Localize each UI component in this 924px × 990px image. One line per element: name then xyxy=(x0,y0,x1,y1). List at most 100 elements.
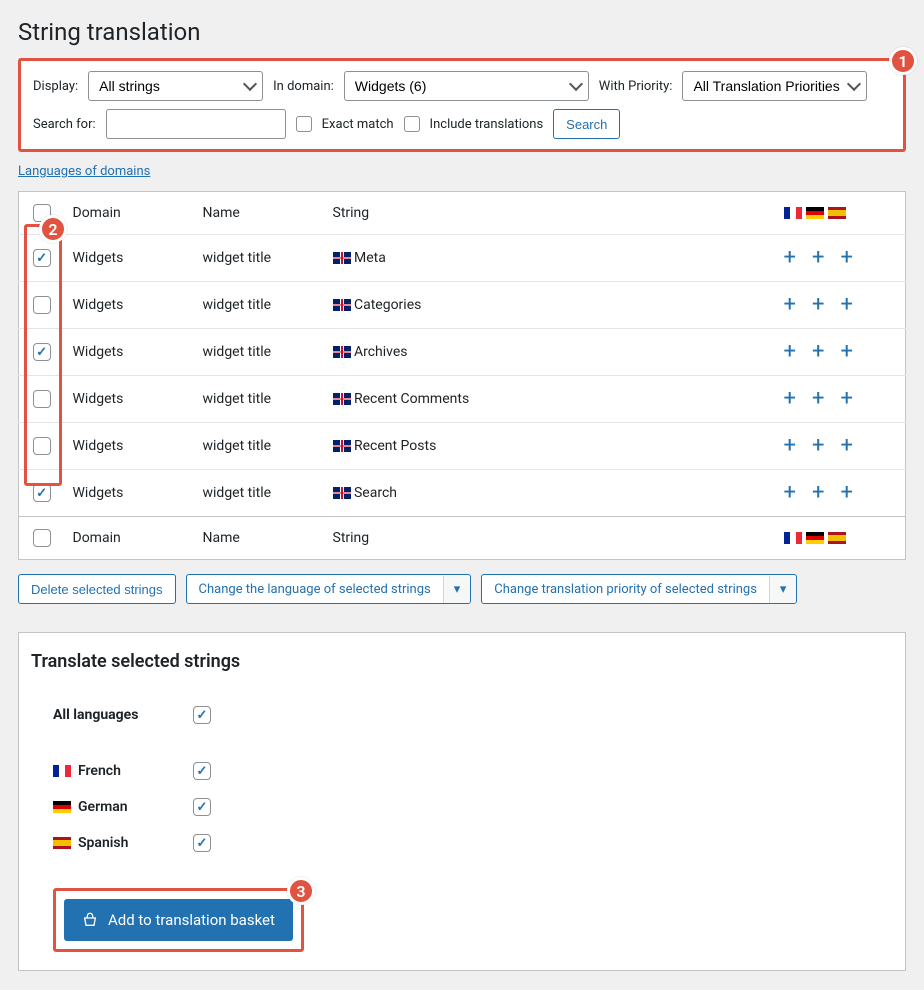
col-domain[interactable]: Domain xyxy=(65,192,195,235)
language-row: French xyxy=(53,762,871,780)
chevron-down-icon: ▾ xyxy=(443,576,471,603)
plus-icon[interactable]: + xyxy=(812,247,824,269)
annotation-2-outline xyxy=(24,224,62,486)
language-checkbox[interactable] xyxy=(193,834,211,852)
plus-icon[interactable]: + xyxy=(784,482,796,504)
select-all-bottom-checkbox[interactable] xyxy=(33,529,51,547)
flag-es-icon xyxy=(828,532,846,544)
cell-name: widget title xyxy=(195,235,325,282)
col-domain-foot[interactable]: Domain xyxy=(65,517,195,560)
all-languages-label: All languages xyxy=(53,707,183,723)
add-translation-icons: + + + xyxy=(784,341,898,363)
add-to-basket-button[interactable]: Add to translation basket xyxy=(64,899,293,941)
cell-string: Meta xyxy=(325,235,776,282)
table-row: Widgetswidget title Categories+++ xyxy=(19,282,906,329)
plus-icon[interactable]: + xyxy=(784,435,796,457)
plus-icon[interactable]: + xyxy=(784,388,796,410)
flag-gb-icon xyxy=(333,487,351,499)
change-priority-button[interactable]: Change translation priority of selected … xyxy=(481,574,797,604)
annotation-2: 2 xyxy=(39,215,67,243)
all-languages-checkbox[interactable] xyxy=(193,706,211,724)
flag-es-icon xyxy=(53,837,71,849)
chevron-down-icon: ▾ xyxy=(769,576,797,603)
plus-icon[interactable]: + xyxy=(812,294,824,316)
flag-gb-icon xyxy=(333,346,351,358)
cell-domain: Widgets xyxy=(65,376,195,423)
cell-string: Recent Comments xyxy=(325,376,776,423)
plus-icon[interactable]: + xyxy=(812,388,824,410)
translate-panel-title: Translate selected strings xyxy=(31,651,893,672)
priority-select[interactable]: All Translation Priorities xyxy=(682,71,867,101)
strings-table: Domain Name String Widgetswidget title M… xyxy=(18,191,906,560)
footer-flags xyxy=(784,532,898,544)
flag-gb-icon xyxy=(333,252,351,264)
language-label: German xyxy=(53,799,183,815)
plus-icon[interactable]: + xyxy=(840,388,852,410)
page-title: String translation xyxy=(18,18,906,46)
language-label: Spanish xyxy=(53,835,183,851)
cell-domain: Widgets xyxy=(65,470,195,517)
plus-icon[interactable]: + xyxy=(840,247,852,269)
plus-icon[interactable]: + xyxy=(784,247,796,269)
flag-de-icon xyxy=(806,207,824,219)
change-language-button[interactable]: Change the language of selected strings▾ xyxy=(186,574,472,604)
plus-icon[interactable]: + xyxy=(840,435,852,457)
flag-de-icon xyxy=(53,801,71,813)
plus-icon[interactable]: + xyxy=(840,341,852,363)
language-label: French xyxy=(53,763,183,779)
table-row: Widgetswidget title Meta+++ xyxy=(19,235,906,282)
flag-es-icon xyxy=(828,207,846,219)
flag-gb-icon xyxy=(333,393,351,405)
add-translation-icons: + + + xyxy=(784,388,898,410)
plus-icon[interactable]: + xyxy=(812,482,824,504)
include-translations-label: Include translations xyxy=(430,117,544,132)
language-checkbox[interactable] xyxy=(193,762,211,780)
annotation-1: 1 xyxy=(889,47,917,75)
priority-label: With Priority: xyxy=(599,79,673,94)
cell-name: widget title xyxy=(195,470,325,517)
translate-panel: Translate selected strings All languages… xyxy=(18,632,906,971)
search-label: Search for: xyxy=(33,117,96,132)
cell-string: Recent Posts xyxy=(325,423,776,470)
plus-icon[interactable]: + xyxy=(840,294,852,316)
col-name[interactable]: Name xyxy=(195,192,325,235)
language-row: Spanish xyxy=(53,834,871,852)
table-row: Widgetswidget title Search+++ xyxy=(19,470,906,517)
language-checkbox[interactable] xyxy=(193,798,211,816)
flag-fr-icon xyxy=(784,532,802,544)
col-string[interactable]: String xyxy=(325,192,776,235)
plus-icon[interactable]: + xyxy=(784,294,796,316)
plus-icon[interactable]: + xyxy=(784,341,796,363)
delete-selected-button[interactable]: Delete selected strings xyxy=(18,574,176,604)
exact-match-label: Exact match xyxy=(322,117,394,132)
flag-gb-icon xyxy=(333,299,351,311)
plus-icon[interactable]: + xyxy=(812,435,824,457)
table-row: Widgetswidget title Recent Comments+++ xyxy=(19,376,906,423)
display-label: Display: xyxy=(33,79,78,94)
filter-panel: 1 Display: All strings In domain: Widget… xyxy=(18,58,906,152)
row-checkbox[interactable] xyxy=(33,484,51,502)
include-translations-checkbox[interactable] xyxy=(404,116,420,132)
search-button[interactable]: Search xyxy=(553,109,620,139)
basket-icon xyxy=(82,912,98,928)
language-row: German xyxy=(53,798,871,816)
add-translation-icons: + + + xyxy=(784,294,898,316)
col-string-foot[interactable]: String xyxy=(325,517,776,560)
flag-fr-icon xyxy=(784,207,802,219)
plus-icon[interactable]: + xyxy=(840,482,852,504)
header-flags xyxy=(784,207,898,219)
exact-match-checkbox[interactable] xyxy=(296,116,312,132)
cell-domain: Widgets xyxy=(65,423,195,470)
search-input[interactable] xyxy=(106,109,286,139)
languages-of-domains-link[interactable]: Languages of domains xyxy=(18,164,150,179)
plus-icon[interactable]: + xyxy=(812,341,824,363)
cell-name: widget title xyxy=(195,282,325,329)
add-translation-icons: + + + xyxy=(784,482,898,504)
col-name-foot[interactable]: Name xyxy=(195,517,325,560)
flag-gb-icon xyxy=(333,440,351,452)
flag-de-icon xyxy=(806,532,824,544)
display-select[interactable]: All strings xyxy=(88,71,263,101)
domain-select[interactable]: Widgets (6) xyxy=(344,71,589,101)
cell-string: Archives xyxy=(325,329,776,376)
annotation-3: 3 xyxy=(287,877,315,905)
